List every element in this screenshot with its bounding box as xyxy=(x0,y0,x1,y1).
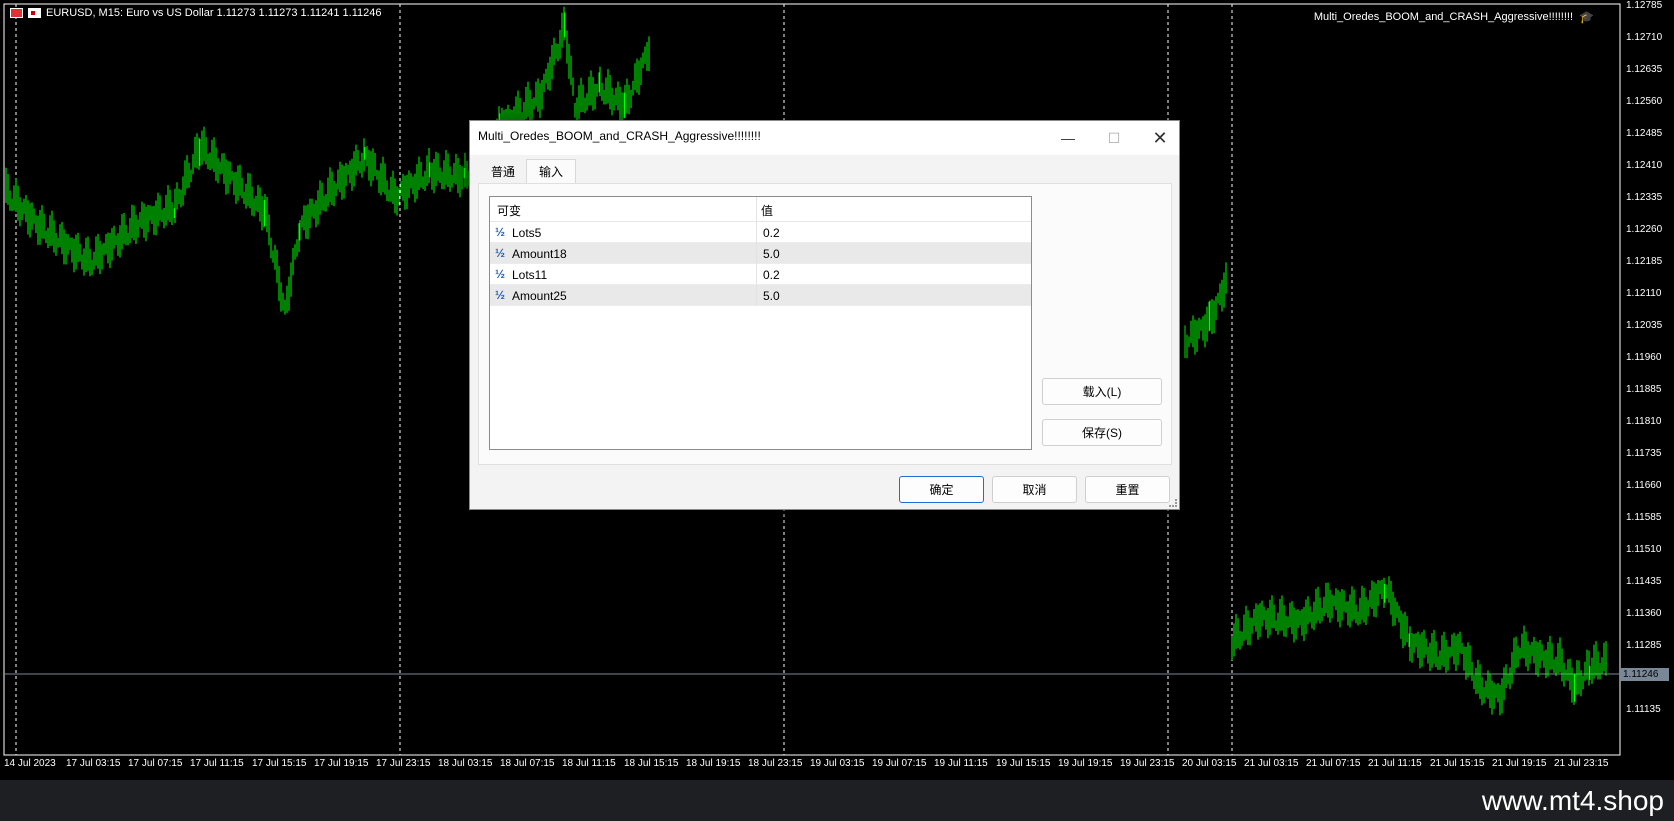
chart-title: EURUSD, M15: Euro vs US Dollar 1.11273 1… xyxy=(10,7,382,19)
price-tick-label: 1.11960 xyxy=(1626,352,1662,363)
column-divider xyxy=(756,285,757,306)
table-row[interactable]: ½ Lots11 0.2 xyxy=(490,264,1031,285)
load-button[interactable]: 载入(L) xyxy=(1042,378,1162,405)
time-tick-label: 18 Jul 11:15 xyxy=(562,758,616,769)
price-tick-label: 1.11510 xyxy=(1626,544,1662,555)
maximize-icon[interactable]: ☐ xyxy=(1091,121,1137,155)
time-tick-label: 21 Jul 07:15 xyxy=(1306,758,1361,769)
price-tick-label: 1.12035 xyxy=(1626,320,1663,331)
time-tick-label: 17 Jul 15:15 xyxy=(252,758,307,769)
inputs-grid: 可变 值 ½ Lots5 0.2 ½ Amount18 5.0 ½ Lots11… xyxy=(489,196,1032,450)
double-value-icon: ½ xyxy=(495,225,506,239)
reset-button[interactable]: 重置 xyxy=(1085,476,1170,503)
save-button[interactable]: 保存(S) xyxy=(1042,419,1162,446)
time-tick-label: 17 Jul 19:15 xyxy=(314,758,369,769)
column-divider xyxy=(756,243,757,264)
time-tick-label: 18 Jul 19:15 xyxy=(686,758,741,769)
price-tick-label: 1.11135 xyxy=(1626,704,1661,715)
close-icon[interactable]: ✕ xyxy=(1137,121,1183,155)
time-tick-label: 21 Jul 11:15 xyxy=(1368,758,1422,769)
price-tick-label: 1.11885 xyxy=(1626,384,1662,395)
price-tick-label: 1.12710 xyxy=(1626,32,1663,43)
column-divider xyxy=(756,264,757,285)
column-header-value[interactable]: 值 xyxy=(761,202,773,219)
table-row[interactable]: ½ Lots5 0.2 xyxy=(490,222,1031,243)
price-tick-label: 1.11585 xyxy=(1626,512,1662,523)
time-tick-label: 17 Jul 11:15 xyxy=(190,758,244,769)
time-tick-label: 19 Jul 23:15 xyxy=(1120,758,1175,769)
param-value[interactable]: 0.2 xyxy=(763,268,780,282)
time-tick-label: 21 Jul 19:15 xyxy=(1492,758,1547,769)
inputs-panel: 可变 值 ½ Lots5 0.2 ½ Amount18 5.0 ½ Lots11… xyxy=(478,183,1172,465)
watermark: www.mt4.shop xyxy=(1481,785,1664,816)
time-tick-label: 21 Jul 03:15 xyxy=(1244,758,1299,769)
price-tick-label: 1.12635 xyxy=(1626,64,1663,75)
price-tick-label: 1.12785 xyxy=(1626,0,1663,11)
column-divider[interactable] xyxy=(756,197,757,221)
minimize-icon[interactable]: — xyxy=(1045,121,1091,155)
price-tick-label: 1.12485 xyxy=(1626,128,1663,139)
param-value[interactable]: 0.2 xyxy=(763,226,780,240)
table-row[interactable]: ½ Amount18 5.0 xyxy=(490,243,1031,264)
price-tick-label: 1.11660 xyxy=(1626,480,1662,491)
price-tick-label: 1.12335 xyxy=(1626,192,1663,203)
time-tick-label: 21 Jul 23:15 xyxy=(1554,758,1609,769)
double-value-icon: ½ xyxy=(495,246,506,260)
time-tick-label: 18 Jul 23:15 xyxy=(748,758,803,769)
time-tick-label: 19 Jul 07:15 xyxy=(872,758,927,769)
time-tick-label: 19 Jul 03:15 xyxy=(810,758,865,769)
price-tick-label: 1.12185 xyxy=(1626,256,1663,267)
tab-inputs[interactable]: 输入 xyxy=(526,159,576,183)
column-header-variable[interactable]: 可变 xyxy=(497,202,521,219)
price-axis[interactable]: 1.12785 1.12710 1.12635 1.12560 1.12485 1.124… xyxy=(1620,0,1674,755)
double-value-icon: ½ xyxy=(495,267,506,281)
chart-menu-icon[interactable] xyxy=(10,8,23,18)
dialog-titlebar[interactable]: Multi_Oredes_BOOM_and_CRASH_Aggressive!!… xyxy=(470,121,1179,155)
ea-properties-dialog: Multi_Oredes_BOOM_and_CRASH_Aggressive!!… xyxy=(469,120,1180,510)
price-tick-label: 1.12110 xyxy=(1626,288,1662,299)
price-tick-label: 1.11285 xyxy=(1626,640,1662,651)
double-value-icon: ½ xyxy=(495,288,506,302)
time-tick-label: 18 Jul 03:15 xyxy=(438,758,493,769)
param-name: Amount18 xyxy=(512,247,567,261)
ok-button[interactable]: 确定 xyxy=(899,476,984,503)
dialog-title: Multi_Oredes_BOOM_and_CRASH_Aggressive!!… xyxy=(478,129,761,143)
price-tick-label: 1.11735 xyxy=(1626,448,1662,459)
param-name: Amount25 xyxy=(512,289,567,303)
time-tick-label: 19 Jul 11:15 xyxy=(934,758,988,769)
price-tick-label: 1.12260 xyxy=(1626,224,1663,235)
param-value[interactable]: 5.0 xyxy=(763,247,780,261)
param-name: Lots11 xyxy=(512,268,548,282)
current-price-marker: 1.11246 xyxy=(1620,668,1669,681)
bottom-bar xyxy=(0,780,1674,821)
price-tick-label: 1.12410 xyxy=(1626,160,1663,171)
expert-advisor-label[interactable]: Multi_Oredes_BOOM_and_CRASH_Aggressive!!… xyxy=(1314,10,1594,24)
price-tick-label: 1.11360 xyxy=(1626,608,1662,619)
price-tick-label: 1.11810 xyxy=(1626,416,1662,427)
ea-name: Multi_Oredes_BOOM_and_CRASH_Aggressive!!… xyxy=(1313,11,1574,23)
resize-grip[interactable] xyxy=(1169,499,1177,507)
time-tick-label: 17 Jul 07:15 xyxy=(128,758,183,769)
column-divider xyxy=(756,222,757,243)
time-tick-label: 14 Jul 2023 xyxy=(4,758,56,769)
tab-general[interactable]: 普通 xyxy=(480,159,526,183)
param-name: Lots5 xyxy=(512,226,542,240)
price-tick-label: 1.11435 xyxy=(1626,576,1662,587)
time-tick-label: 21 Jul 15:15 xyxy=(1430,758,1485,769)
cancel-button[interactable]: 取消 xyxy=(992,476,1077,503)
time-tick-label: 19 Jul 15:15 xyxy=(996,758,1051,769)
price-tick-label: 1.12560 xyxy=(1626,96,1663,107)
time-tick-label: 18 Jul 15:15 xyxy=(624,758,679,769)
symbol-icon xyxy=(28,8,41,18)
time-tick-label: 18 Jul 07:15 xyxy=(500,758,555,769)
graduation-cap-icon: 🎓 xyxy=(1579,10,1594,24)
table-row[interactable]: ½ Amount25 5.0 xyxy=(490,285,1031,306)
chart-symbol-info: EURUSD, M15: Euro vs US Dollar 1.11273 1… xyxy=(46,7,382,19)
grid-header: 可变 值 xyxy=(490,197,1031,222)
time-tick-label: 17 Jul 03:15 xyxy=(66,758,121,769)
time-tick-label: 19 Jul 19:15 xyxy=(1058,758,1113,769)
time-tick-label: 20 Jul 03:15 xyxy=(1182,758,1237,769)
time-tick-label: 17 Jul 23:15 xyxy=(376,758,431,769)
param-value[interactable]: 5.0 xyxy=(763,289,780,303)
